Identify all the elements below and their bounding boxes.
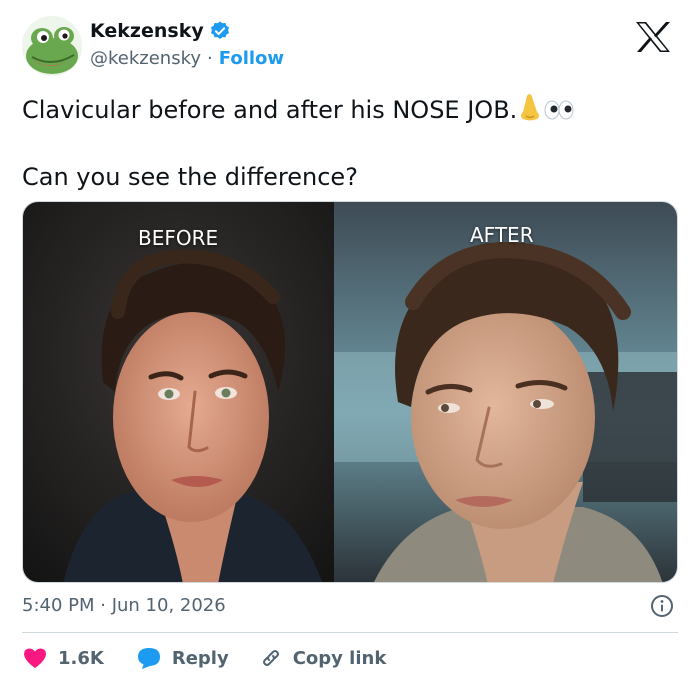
verified-badge-icon: [209, 20, 231, 42]
eyes-emoji-icon: [543, 98, 575, 130]
handle-separator: ·: [207, 48, 213, 69]
author-handle[interactable]: @kekzensky: [90, 48, 201, 69]
tweet-line-2: Can you see the difference?: [22, 163, 358, 191]
before-after-photo: [23, 202, 677, 582]
before-label: BEFORE: [138, 226, 219, 250]
frog-avatar-icon: [22, 16, 82, 76]
avatar[interactable]: [22, 16, 82, 76]
reply-label: Reply: [171, 647, 229, 669]
like-count: 1.6K: [58, 647, 104, 669]
tweet-timestamp[interactable]: 5:40 PM · Jun 10, 2026: [22, 595, 226, 616]
reply-bubble-icon: [137, 648, 160, 669]
heart-icon: [24, 648, 46, 668]
divider: [22, 632, 678, 633]
x-logo-icon[interactable]: [632, 20, 674, 54]
follow-button[interactable]: Follow: [219, 48, 284, 69]
tweet-line-1-text: Clavicular before and after his NOSE JOB…: [22, 96, 518, 124]
info-icon[interactable]: [650, 594, 674, 618]
nose-emoji-icon: [517, 92, 543, 130]
link-icon: [262, 650, 279, 666]
after-label: AFTER: [470, 223, 534, 247]
reply-button[interactable]: Reply: [136, 646, 229, 670]
like-button[interactable]: 1.6K: [22, 646, 104, 670]
tweet-actions: 1.6K Reply Copy link: [22, 644, 386, 672]
tweet-text: Clavicular before and after his NOSE JOB…: [22, 92, 682, 193]
author-display-name[interactable]: Kekzensky: [90, 20, 204, 42]
author-handle-row: @kekzensky · Follow: [90, 48, 284, 69]
tweet-media-image[interactable]: BEFORE AFTER: [22, 201, 678, 583]
copy-link-button[interactable]: Copy link: [259, 646, 387, 670]
tweet-line-1: Clavicular before and after his NOSE JOB…: [22, 92, 682, 130]
copy-link-label: Copy link: [292, 647, 387, 669]
author-name-row: Kekzensky: [90, 20, 231, 42]
